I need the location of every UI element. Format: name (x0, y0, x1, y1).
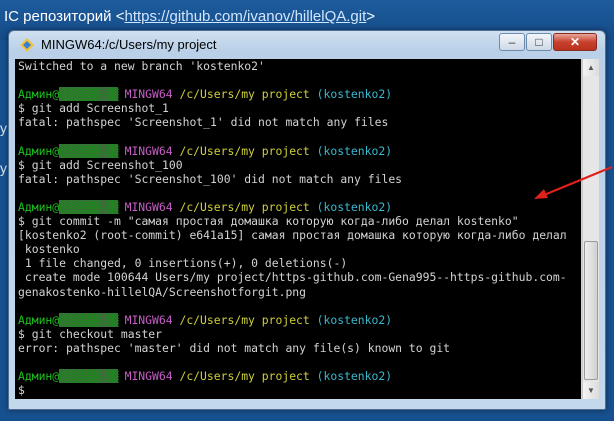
terminal-error: fatal: pathspec 'Screenshot_100' did not… (18, 171, 403, 186)
prompt-user: Админ@ (18, 369, 60, 384)
terminal-command: $ git add Screenshot_100 (18, 157, 183, 172)
terminal-error: error: pathspec 'master' did not match a… (18, 340, 451, 355)
prompt-host-redacted: ▒▒▒▒▒▒▒-▒▒ (59, 199, 119, 214)
prompt-user: Админ@ (18, 312, 60, 327)
prompt-path: /c/Users/my project (179, 312, 310, 327)
terminal-output-line: 1 file changed, 0 insertions(+), 0 delet… (18, 256, 348, 271)
terminal-line: Switched to a new branch 'kostenko2' (18, 59, 265, 73)
header-suffix: > (366, 8, 376, 25)
maximize-button[interactable]: □ (526, 33, 552, 51)
prompt-env: MINGW64 (124, 369, 173, 384)
prompt-path: /c/Users/my project (179, 87, 310, 102)
input-prompt: $ (18, 383, 32, 398)
background-side-fragment: у (0, 160, 7, 176)
terminal-output-line: genakostenko-hillelQA/Screenshotforgit.p… (18, 284, 307, 299)
prompt-branch: (kostenko2) (316, 369, 393, 384)
repo-link[interactable]: https://github.com/ivanov/hillelQA.git (124, 8, 366, 25)
maximize-icon: □ (535, 35, 543, 49)
prompt-env: MINGW64 (124, 312, 173, 327)
prompt-line: Админ@▒▒▒▒▒▒▒-▒▒ MINGW64 /c/Users/my pro… (18, 143, 581, 158)
close-button[interactable]: ✕ (553, 33, 597, 51)
prompt-host-redacted: ▒▒▒▒▒▒▒-▒▒ (59, 143, 119, 158)
prompt-line: Админ@▒▒▒▒▒▒▒-▒▒ MINGW64 /c/Users/my pro… (18, 369, 581, 384)
scroll-up-icon[interactable]: ▲ (583, 59, 599, 76)
scroll-down-icon[interactable]: ▼ (583, 382, 599, 399)
minimize-button[interactable]: – (499, 33, 525, 51)
terminal-output-line: create mode 100644 Users/my project/http… (18, 270, 567, 285)
prompt-user: Админ@ (18, 143, 60, 158)
prompt-line: Админ@▒▒▒▒▒▒▒-▒▒ MINGW64 /c/Users/my pro… (18, 199, 581, 214)
terminal-output-line: [kostenko2 (root-commit) e641a15] самая … (18, 228, 567, 243)
prompt-line: Админ@▒▒▒▒▒▒▒-▒▒ MINGW64 /c/Users/my pro… (18, 87, 581, 102)
background-header-text: IC репозиторий <https://github.com/ivano… (4, 8, 375, 25)
terminal-error: fatal: pathspec 'Screenshot_1' did not m… (18, 115, 389, 130)
prompt-branch: (kostenko2) (316, 312, 393, 327)
terminal-command: $ git checkout master (18, 326, 163, 341)
terminal-input-line[interactable]: $ (18, 383, 581, 397)
scrollbar-thumb[interactable] (584, 241, 598, 380)
terminal-command: $ git add Screenshot_1 (18, 101, 169, 116)
prompt-branch: (kostenko2) (316, 199, 393, 214)
prompt-env: MINGW64 (124, 199, 173, 214)
annotation-arrow-icon (534, 165, 613, 199)
vertical-scrollbar[interactable]: ▲ ▼ (582, 59, 599, 399)
prompt-host-redacted: ▒▒▒▒▒▒▒-▒▒ (59, 312, 119, 327)
minimize-icon: – (508, 35, 516, 49)
terminal-output-line: kostenko (18, 242, 80, 257)
prompt-host-redacted: ▒▒▒▒▒▒▒-▒▒ (59, 369, 119, 384)
prompt-env: MINGW64 (124, 87, 173, 102)
window-title: MINGW64:/c/Users/my project (41, 37, 217, 52)
prompt-line: Админ@▒▒▒▒▒▒▒-▒▒ MINGW64 /c/Users/my pro… (18, 312, 581, 327)
prompt-env: MINGW64 (124, 143, 173, 158)
prompt-branch: (kostenko2) (316, 87, 393, 102)
terminal-output[interactable]: Switched to a new branch 'kostenko2' Адм… (15, 59, 581, 399)
window-titlebar[interactable]: MINGW64:/c/Users/my project – □ ✕ (9, 31, 605, 59)
background-side-fragment: у (0, 120, 7, 136)
terminal-window: MINGW64:/c/Users/my project – □ ✕ Switch… (8, 30, 606, 410)
git-bash-icon (20, 38, 34, 52)
prompt-path: /c/Users/my project (179, 369, 310, 384)
header-prefix: IC репозиторий < (4, 8, 125, 25)
prompt-branch: (kostenko2) (316, 143, 393, 158)
close-icon: ✕ (569, 35, 581, 49)
prompt-host-redacted: ▒▒▒▒▒▒▒-▒▒ (59, 87, 119, 102)
prompt-path: /c/Users/my project (179, 143, 310, 158)
prompt-user: Админ@ (18, 199, 60, 214)
prompt-user: Админ@ (18, 87, 60, 102)
terminal-command: $ git commit -m "самая простая домашка к… (18, 214, 519, 229)
prompt-path: /c/Users/my project (179, 199, 310, 214)
